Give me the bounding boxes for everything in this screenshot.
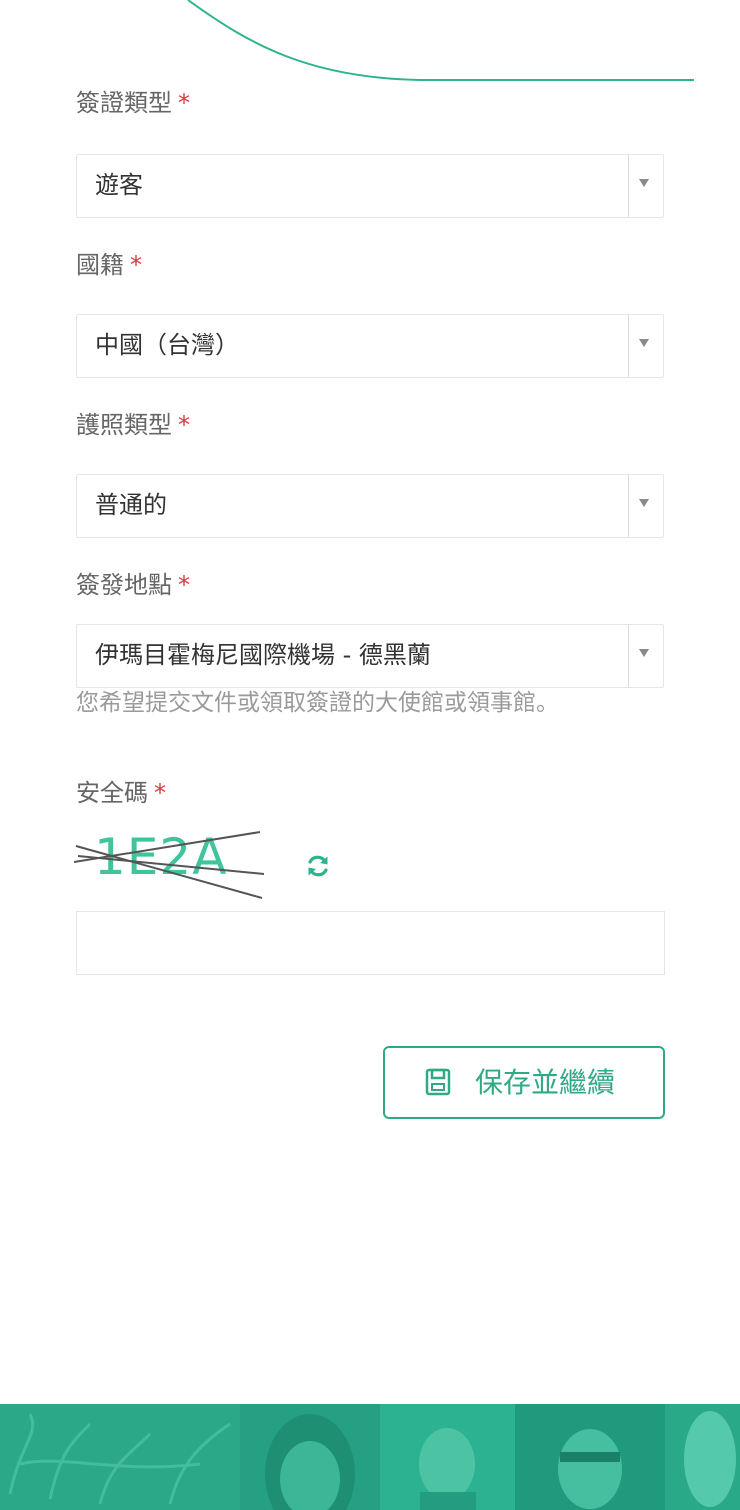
nationality-label-text: 國籍 [76,251,124,279]
required-mark: * [178,571,190,599]
dropdown-toggle[interactable] [628,475,663,537]
issue-place-select[interactable]: 伊瑪目霍梅尼國際機場 - 德黑蘭 [76,624,664,688]
dropdown-toggle[interactable] [628,625,663,687]
captcha-image: 1E2A [74,828,265,899]
issue-place-label: 簽發地點 * [76,570,190,600]
passport-type-label: 護照類型 * [76,410,190,440]
chevron-down-icon [639,649,649,657]
security-code-label: 安全碼 * [76,778,166,808]
passport-type-select[interactable]: 普通的 [76,474,664,538]
issue-place-label-text: 簽發地點 [76,571,172,599]
refresh-captcha-icon[interactable] [304,852,332,880]
passport-type-value: 普通的 [95,491,167,519]
visa-type-label: 簽證類型 * [76,88,190,118]
required-mark: * [154,779,166,807]
issue-place-help-text: 您希望提交文件或領取簽證的大使館或領事館。 [76,690,559,716]
save-continue-button[interactable]: 保存並繼續 [383,1046,665,1119]
nationality-value: 中國（台灣） [95,331,239,359]
chevron-down-icon [639,339,649,347]
required-mark: * [130,251,142,279]
nationality-label: 國籍 * [76,250,142,280]
nationality-select[interactable]: 中國（台灣） [76,314,664,378]
visa-type-label-text: 簽證類型 [76,89,172,117]
visa-type-value: 遊客 [95,171,143,199]
save-continue-label: 保存並繼續 [475,1066,616,1099]
visa-type-select[interactable]: 遊客 [76,154,664,218]
dropdown-toggle[interactable] [628,155,663,217]
security-code-input[interactable] [76,911,665,975]
save-icon [425,1068,451,1096]
required-mark: * [178,411,190,439]
security-code-label-text: 安全碼 [76,779,148,807]
chevron-down-icon [639,499,649,507]
decorative-curve [187,0,694,81]
dropdown-toggle[interactable] [628,315,663,377]
required-mark: * [178,89,190,117]
passport-type-label-text: 護照類型 [76,411,172,439]
footer-photo-band [0,1404,740,1510]
footer-photo-collage [0,1404,740,1510]
issue-place-value: 伊瑪目霍梅尼國際機場 - 德黑蘭 [95,641,431,669]
chevron-down-icon [639,179,649,187]
